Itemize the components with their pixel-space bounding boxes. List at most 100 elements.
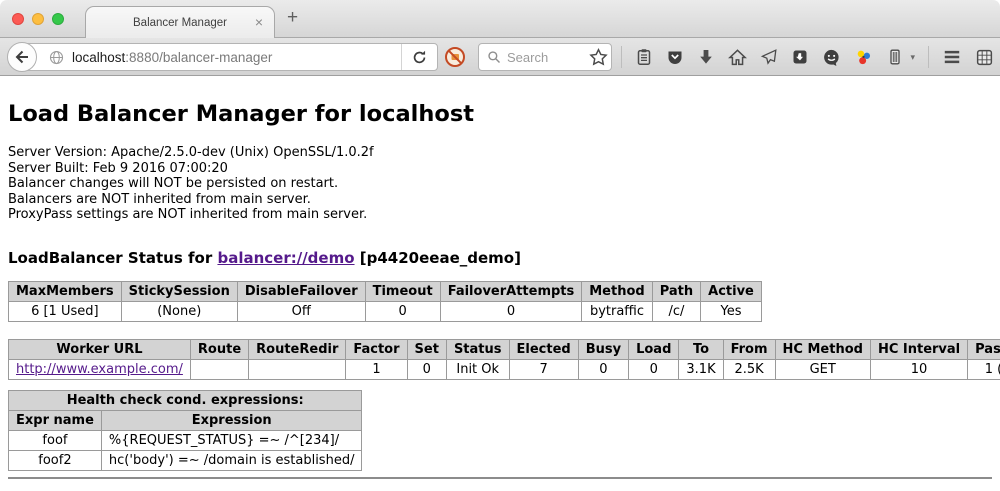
worker-url-link[interactable]: http://www.example.com/ [16, 362, 183, 377]
cell-routeredir [249, 359, 346, 379]
zoom-window-button[interactable] [52, 13, 64, 25]
send-tab-icon[interactable] [760, 48, 778, 66]
pocket-icon[interactable] [666, 48, 684, 66]
cell-timeout: 0 [365, 301, 440, 321]
col-path: Path [652, 281, 700, 301]
tab-close-icon[interactable]: × [255, 15, 263, 29]
table-row: foof2 hc('body') =~ /domain is establish… [9, 450, 362, 470]
col-to: To [679, 339, 723, 359]
cell-path: /c/ [652, 301, 700, 321]
status-heading-suffix: [p4420eeae_demo] [355, 249, 521, 267]
cell-disablefailover: Off [237, 301, 365, 321]
balancer-demo-link[interactable]: balancer://demo [217, 249, 354, 267]
reading-list-icon[interactable] [635, 48, 653, 66]
close-window-button[interactable] [12, 13, 24, 25]
col-expr-name: Expr name [9, 410, 102, 430]
health-check-table: Health check cond. expressions: Expr nam… [8, 390, 362, 471]
cell-status: Init Ok [446, 359, 509, 379]
cell-active: Yes [701, 301, 762, 321]
col-hc-interval: HC Interval [870, 339, 967, 359]
table-row: 6 [1 Used] (None) Off 0 0 bytraffic /c/ … [9, 301, 762, 321]
col-routeredir: RouteRedir [249, 339, 346, 359]
cell-hc-interval: 10 [870, 359, 967, 379]
col-passes: Passes [968, 339, 1000, 359]
table-title-row: Health check cond. expressions: [9, 390, 362, 410]
col-from: From [723, 339, 775, 359]
inherit-note-line: Balancers are NOT inherited from main se… [8, 192, 992, 208]
col-timeout: Timeout [365, 281, 440, 301]
proxypass-note-line: ProxyPass settings are NOT inherited fro… [8, 207, 992, 223]
cell-failoverattempts: 0 [440, 301, 582, 321]
col-failoverattempts: FailoverAttempts [440, 281, 582, 301]
minimize-window-button[interactable] [32, 13, 44, 25]
search-icon [487, 50, 501, 64]
browser-window: Balancer Manager × + localhost:8880/bala… [0, 0, 1000, 491]
new-tab-button[interactable]: + [287, 7, 298, 29]
grid-extension-icon[interactable] [975, 48, 994, 67]
cell-expr-name: foof2 [9, 450, 102, 470]
page-content: Load Balancer Manager for localhost Serv… [0, 76, 1000, 479]
col-factor: Factor [346, 339, 407, 359]
cell-method: bytraffic [582, 301, 652, 321]
tab-balancer-manager[interactable]: Balancer Manager × [85, 6, 275, 39]
back-arrow-icon [13, 48, 31, 66]
cell-elected: 7 [509, 359, 578, 379]
col-hc-method: HC Method [775, 339, 870, 359]
cell-hc-method: GET [775, 359, 870, 379]
worker-status-table: Worker URL Route RouteRedir Factor Set S… [8, 339, 1000, 380]
plugin-blocked-icon[interactable] [444, 46, 466, 68]
cell-route [190, 359, 248, 379]
site-globe-icon [49, 50, 64, 65]
col-elected: Elected [509, 339, 578, 359]
status-heading-prefix: LoadBalancer Status for [8, 249, 217, 267]
reload-button[interactable] [401, 44, 437, 70]
table-header-row: Worker URL Route RouteRedir Factor Set S… [9, 339, 1000, 359]
col-worker-url: Worker URL [9, 339, 191, 359]
download-panel-icon[interactable] [791, 48, 809, 66]
search-input[interactable] [507, 50, 597, 65]
chat-icon[interactable] [822, 48, 841, 67]
cell-load: 0 [629, 359, 679, 379]
menu-icon[interactable] [942, 47, 962, 67]
server-info: Server Version: Apache/2.5.0-dev (Unix) … [8, 145, 992, 223]
col-maxmembers: MaxMembers [9, 281, 122, 301]
persist-note-line: Balancer changes will NOT be persisted o… [8, 176, 992, 192]
url-bar[interactable]: localhost:8880/balancer-manager [22, 43, 438, 71]
table-row: foof %{REQUEST_STATUS} =~ /^[234]/ [9, 430, 362, 450]
tab-title: Balancer Manager [133, 17, 227, 29]
titlebar: Balancer Manager × + [0, 0, 1000, 38]
col-route: Route [190, 339, 248, 359]
cell-busy: 0 [578, 359, 628, 379]
traffic-lights [12, 13, 64, 25]
table-header-row: MaxMembers StickySession DisableFailover… [9, 281, 762, 301]
cell-worker-url: http://www.example.com/ [9, 359, 191, 379]
battery-icon[interactable] [886, 48, 904, 66]
battery-dropdown-caret[interactable]: ▾ [910, 52, 915, 63]
bookmark-star-icon[interactable] [589, 48, 608, 67]
col-disablefailover: DisableFailover [237, 281, 365, 301]
cell-stickysession: (None) [121, 301, 237, 321]
extension-dots-icon[interactable] [854, 48, 873, 67]
server-built-line: Server Built: Feb 9 2016 07:00:20 [8, 161, 992, 177]
navigation-toolbar: localhost:8880/balancer-manager [0, 38, 1000, 76]
cell-to: 3.1K [679, 359, 723, 379]
cell-passes: 1 (0) [968, 359, 1000, 379]
downloads-icon[interactable] [697, 48, 715, 66]
server-version-line: Server Version: Apache/2.5.0-dev (Unix) … [8, 145, 992, 161]
balancer-status-table: MaxMembers StickySession DisableFailover… [8, 281, 762, 322]
table-row: http://www.example.com/ 1 0 Init Ok 7 0 … [9, 359, 1000, 379]
cell-expr-name: foof [9, 430, 102, 450]
cell-from: 2.5K [723, 359, 775, 379]
col-method: Method [582, 281, 652, 301]
col-status: Status [446, 339, 509, 359]
back-button[interactable] [7, 42, 37, 72]
home-icon[interactable] [728, 48, 747, 67]
col-busy: Busy [578, 339, 628, 359]
cell-expression: %{REQUEST_STATUS} =~ /^[234]/ [101, 430, 362, 450]
cell-set: 0 [407, 359, 446, 379]
col-expression: Expression [101, 410, 362, 430]
toolbar-separator [621, 46, 622, 68]
loadbalancer-status-heading: LoadBalancer Status for balancer://demo … [8, 249, 992, 267]
reload-icon [411, 49, 428, 66]
col-load: Load [629, 339, 679, 359]
